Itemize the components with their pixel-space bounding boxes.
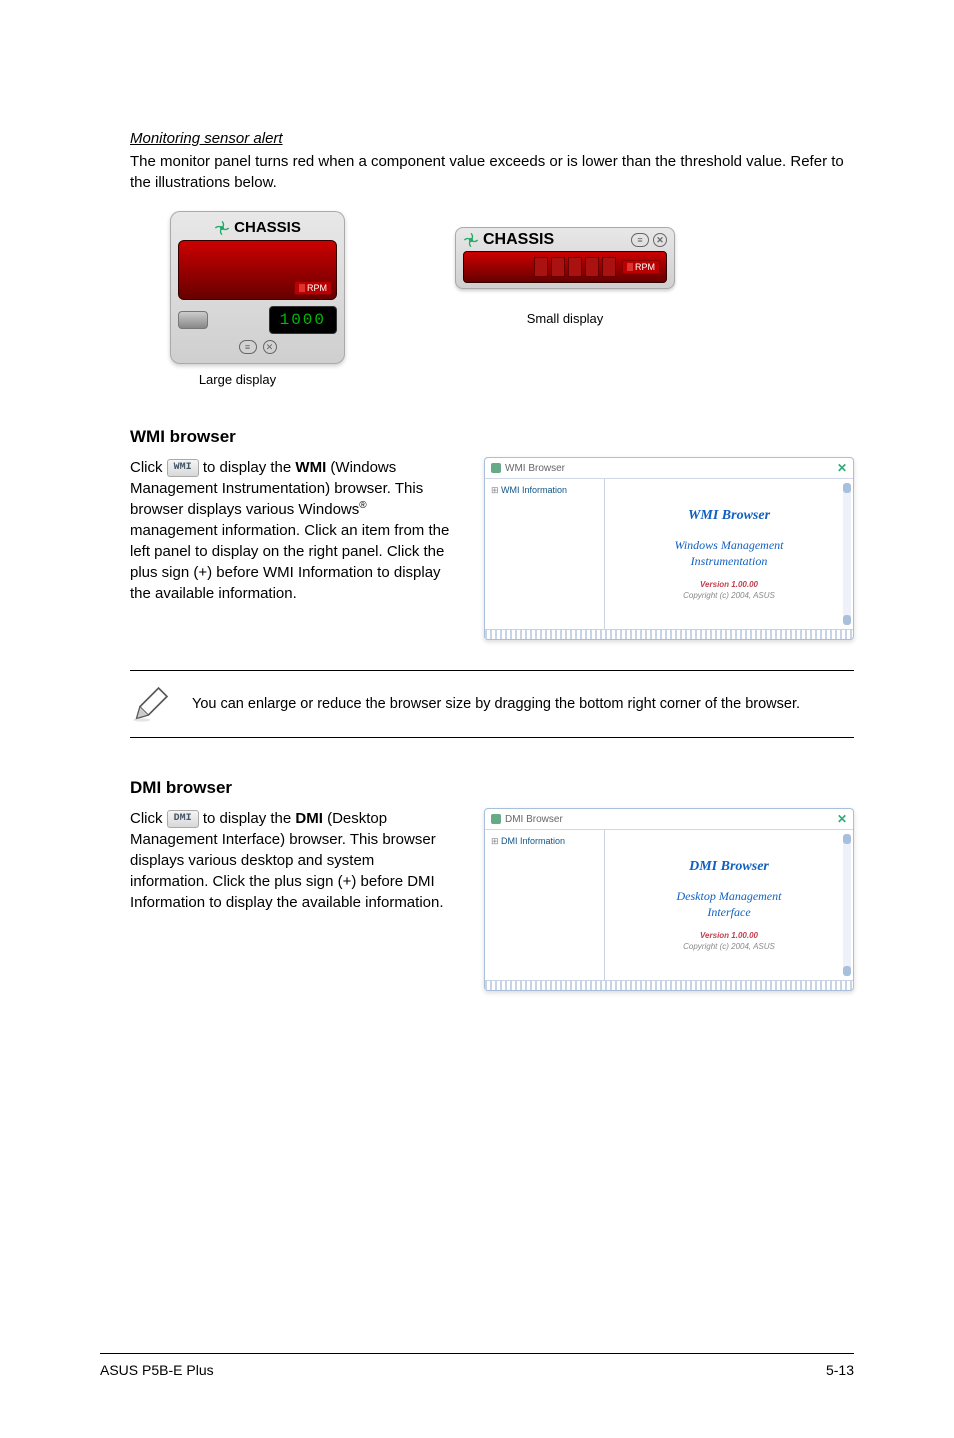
section-heading-dmi: DMI browser bbox=[130, 778, 854, 798]
dmi-text: Click DMI to display the DMI (Desktop Ma… bbox=[130, 808, 454, 913]
window-icon bbox=[491, 814, 501, 824]
window-close-icon[interactable]: ✕ bbox=[837, 812, 847, 826]
close-icon[interactable]: ✕ bbox=[263, 340, 277, 354]
dmi-button[interactable]: DMI bbox=[167, 810, 199, 828]
digit-block bbox=[534, 257, 616, 277]
wmi-sub2: Instrumentation bbox=[691, 554, 768, 568]
wmi-click-text: Click bbox=[130, 459, 167, 476]
large-caption: Large display bbox=[199, 372, 276, 387]
dmi-pane-subtitle: Desktop Management Interface bbox=[677, 889, 782, 920]
large-panel-block: CHASSIS RPM 1000 ≡ ✕ Larg bbox=[130, 211, 345, 387]
digit-placeholder bbox=[568, 257, 582, 277]
settings-pill-icon[interactable]: ≡ bbox=[631, 233, 649, 247]
body-paragraph: The monitor panel turns red when a compo… bbox=[130, 151, 854, 193]
dmi-sub1: Desktop Management bbox=[677, 889, 782, 903]
dmi-titlebar: DMI Browser ✕ bbox=[485, 809, 853, 830]
dmi-sub2: Interface bbox=[707, 905, 750, 919]
wmi-body: WMI Information WMI Browser Windows Mana… bbox=[485, 479, 853, 629]
lower-row: 1000 bbox=[178, 306, 337, 334]
dmi-tree-item[interactable]: DMI Information bbox=[491, 836, 598, 847]
placeholder-square bbox=[627, 263, 633, 271]
scroll-up-icon[interactable] bbox=[843, 483, 851, 493]
footer-left: ASUS P5B-E Plus bbox=[100, 1362, 214, 1378]
wmi-content-pane: WMI Browser Windows Management Instrumen… bbox=[605, 479, 853, 629]
red-display-small: RPM bbox=[463, 251, 667, 283]
window-icon bbox=[491, 463, 501, 473]
dmi-pane-title: DMI Browser bbox=[689, 859, 769, 875]
settings-pill-icon[interactable]: ≡ bbox=[239, 340, 257, 354]
rpm-badge-large: RPM bbox=[294, 281, 332, 295]
scroll-down-icon[interactable] bbox=[843, 966, 851, 976]
subsection-heading: Monitoring sensor alert bbox=[130, 130, 854, 147]
chassis-small-header: CHASSIS ≡ ✕ bbox=[463, 231, 667, 249]
wmi-window-col: WMI Browser ✕ WMI Information WMI Browse… bbox=[484, 457, 854, 640]
icon-row: ≡ ✕ bbox=[178, 340, 337, 354]
digit-placeholder bbox=[585, 257, 599, 277]
section-heading-wmi: WMI browser bbox=[130, 427, 854, 447]
panels-row: CHASSIS RPM 1000 ≡ ✕ Larg bbox=[130, 211, 854, 387]
footer-right: 5-13 bbox=[826, 1362, 854, 1378]
red-display-large: RPM bbox=[178, 240, 337, 300]
registered-mark: ® bbox=[359, 500, 366, 511]
dmi-content-pane: DMI Browser Desktop Management Interface… bbox=[605, 830, 853, 980]
chassis-small-panel: CHASSIS ≡ ✕ bbox=[455, 227, 675, 289]
digit-placeholder bbox=[534, 257, 548, 277]
knob-control[interactable] bbox=[178, 311, 208, 329]
resize-grip[interactable] bbox=[485, 629, 853, 639]
dmi-version: Version 1.00.00 bbox=[700, 931, 758, 940]
wmi-window-title: WMI Browser bbox=[505, 463, 565, 474]
digit-placeholder bbox=[602, 257, 616, 277]
resize-grip[interactable] bbox=[485, 980, 853, 990]
dmi-window-col: DMI Browser ✕ DMI Information DMI Browse… bbox=[484, 808, 854, 991]
small-caption: Small display bbox=[527, 311, 604, 326]
dmi-body: DMI Information DMI Browser Desktop Mana… bbox=[485, 830, 853, 980]
digit-placeholder bbox=[551, 257, 565, 277]
wmi-button[interactable]: WMI bbox=[167, 459, 199, 477]
chassis-large-header: CHASSIS bbox=[178, 219, 337, 236]
wmi-tree-item[interactable]: WMI Information bbox=[491, 485, 598, 496]
page-footer: ASUS P5B-E Plus 5-13 bbox=[100, 1353, 854, 1378]
dmi-browser-window: DMI Browser ✕ DMI Information DMI Browse… bbox=[484, 808, 854, 991]
wmi-pane-title: WMI Browser bbox=[688, 508, 770, 524]
dmi-copyright: Copyright (c) 2004, ASUS bbox=[683, 942, 775, 951]
wmi-sub1: Windows Management bbox=[675, 538, 784, 552]
wmi-copyright: Copyright (c) 2004, ASUS bbox=[683, 591, 775, 600]
scrollbar[interactable] bbox=[843, 483, 851, 625]
wmi-titlebar: WMI Browser ✕ bbox=[485, 458, 853, 479]
placeholder-square bbox=[299, 284, 305, 292]
rpm-badge-small: RPM bbox=[622, 260, 660, 274]
wmi-pane-subtitle: Windows Management Instrumentation bbox=[675, 538, 784, 569]
dmi-bold: DMI bbox=[295, 810, 323, 827]
wmi-bold: WMI bbox=[295, 459, 326, 476]
dmi-tree-pane[interactable]: DMI Information bbox=[485, 830, 605, 980]
wmi-text: Click WMI to display the WMI (Windows Ma… bbox=[130, 457, 454, 604]
scroll-down-icon[interactable] bbox=[843, 615, 851, 625]
wmi-after-btn: to display the bbox=[199, 459, 296, 476]
rpm-label-small: RPM bbox=[635, 262, 655, 272]
dmi-click-text: Click bbox=[130, 810, 167, 827]
pencil-icon bbox=[130, 683, 172, 725]
green-digit-display: 1000 bbox=[269, 306, 337, 334]
scroll-up-icon[interactable] bbox=[843, 834, 851, 844]
dmi-window-title: DMI Browser bbox=[505, 814, 563, 825]
note-text: You can enlarge or reduce the browser si… bbox=[192, 694, 800, 714]
chassis-small-label: CHASSIS bbox=[483, 231, 554, 249]
chassis-large-label: CHASSIS bbox=[234, 219, 301, 236]
window-close-icon[interactable]: ✕ bbox=[837, 461, 847, 475]
fan-icon bbox=[214, 220, 230, 236]
fan-icon bbox=[463, 232, 479, 248]
wmi-version: Version 1.00.00 bbox=[700, 580, 758, 589]
scrollbar[interactable] bbox=[843, 834, 851, 976]
wmi-body-rest2: management information. Click an item fr… bbox=[130, 522, 449, 602]
chassis-large-panel: CHASSIS RPM 1000 ≡ ✕ bbox=[170, 211, 345, 364]
note-box: You can enlarge or reduce the browser si… bbox=[130, 670, 854, 738]
dmi-two-col: Click DMI to display the DMI (Desktop Ma… bbox=[130, 808, 854, 991]
wmi-two-col: Click WMI to display the WMI (Windows Ma… bbox=[130, 457, 854, 640]
rpm-label-large: RPM bbox=[307, 283, 327, 293]
close-icon[interactable]: ✕ bbox=[653, 233, 667, 247]
wmi-browser-window: WMI Browser ✕ WMI Information WMI Browse… bbox=[484, 457, 854, 640]
dmi-after-btn: to display the bbox=[199, 810, 296, 827]
small-panel-block: CHASSIS ≡ ✕ bbox=[455, 211, 675, 326]
wmi-tree-pane[interactable]: WMI Information bbox=[485, 479, 605, 629]
